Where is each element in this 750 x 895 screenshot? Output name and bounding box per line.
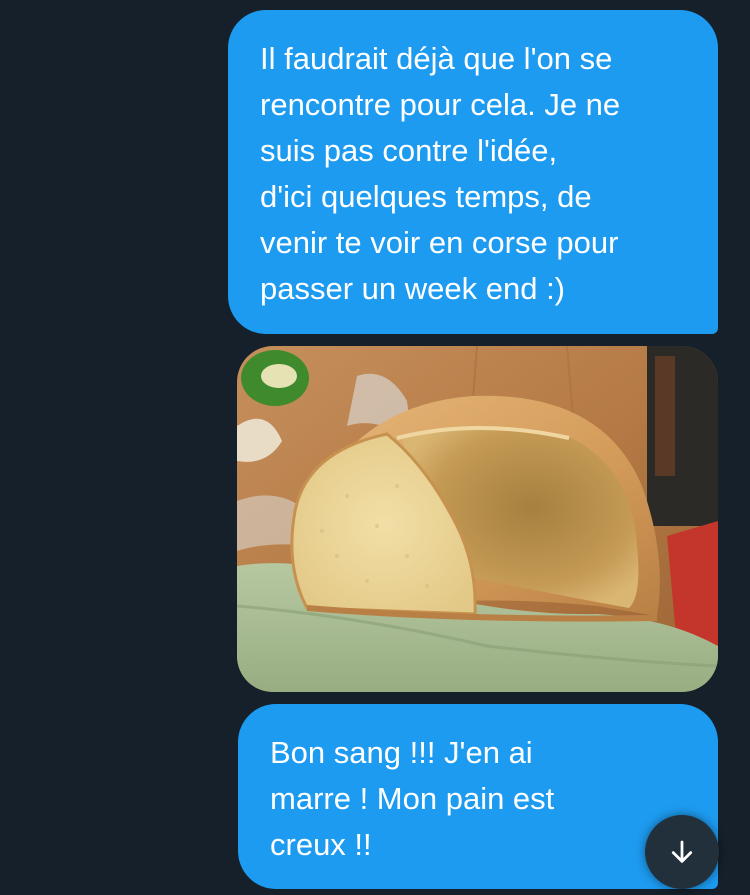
message-text: Bon sang !!! J'en ai marre ! Mon pain es… bbox=[270, 735, 555, 862]
message-photo[interactable] bbox=[237, 346, 718, 692]
message-bubble-sent[interactable]: Il faudrait déjà que l'on se rencontre p… bbox=[228, 10, 718, 334]
message-text: Il faudrait déjà que l'on se rencontre p… bbox=[260, 41, 621, 306]
arrow-down-icon bbox=[671, 840, 693, 863]
scroll-to-bottom-button[interactable] bbox=[645, 815, 719, 889]
bread-photo-image bbox=[237, 346, 718, 692]
conversation-thread: Il faudrait déjà que l'on se rencontre p… bbox=[0, 0, 750, 895]
